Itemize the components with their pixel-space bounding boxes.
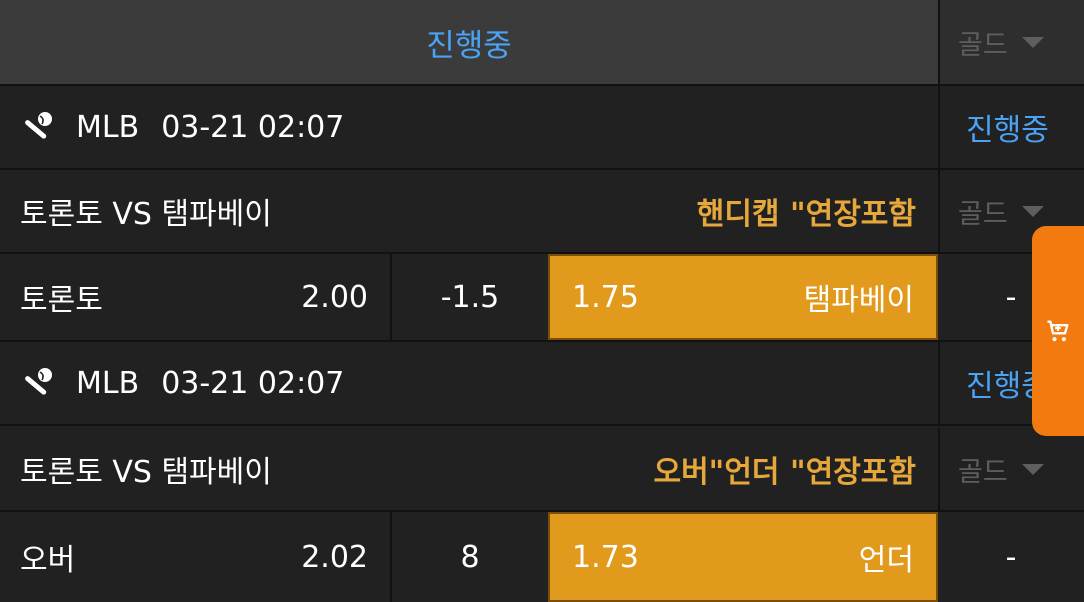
match-teams: 토론토 VS 탬파베이 (20, 455, 272, 490)
baseball-bat-icon (25, 112, 52, 139)
bet-type: 오버"언더 "연장포함 (653, 455, 916, 490)
status-tab[interactable]: 진행중 (0, 0, 938, 84)
cart-tab-button[interactable] (1032, 226, 1084, 436)
over-odds-button[interactable]: 오버 2.02 (0, 512, 390, 602)
game-datetime: 03-21 02:07 (161, 109, 345, 145)
league-row: MLB 03-21 02:07 진행중 (0, 86, 1084, 170)
header-bar: 진행중 골드 (0, 0, 1084, 86)
under-odds-button-selected[interactable]: 1.73 언더 (548, 512, 938, 602)
away-label: 탬파베이 (803, 283, 914, 318)
gold-label: 골드 (958, 456, 1008, 488)
gold-label: 골드 (958, 198, 1008, 230)
baseball-bat-icon (25, 368, 52, 395)
gold-filter-dropdown[interactable]: 골드 (938, 0, 1084, 84)
league-row: MLB 03-21 02:07 진행중 (0, 342, 1084, 426)
draw-odds: - (1005, 539, 1017, 575)
away-odds: 1.75 (572, 279, 639, 315)
away-label: 언더 (858, 543, 914, 578)
handicap-line: -1.5 (390, 254, 548, 340)
home-odds: 2.02 (301, 539, 368, 575)
match-teams: 토론토 VS 탬파베이 (20, 197, 272, 232)
league-info: MLB 03-21 02:07 (0, 342, 938, 424)
league-name: MLB (76, 109, 140, 145)
gold-dropdown[interactable]: 골드 (938, 428, 1084, 510)
home-odds-button[interactable]: 토론토 2.00 (0, 254, 390, 340)
game-datetime: 03-21 02:07 (161, 365, 345, 401)
away-odds-button-selected[interactable]: 1.75 탬파베이 (548, 254, 938, 340)
away-odds: 1.73 (572, 539, 639, 575)
league-info: MLB 03-21 02:07 (0, 86, 938, 168)
caret-down-icon (1021, 463, 1044, 475)
odds-row: 오버 2.02 8 1.73 언더 - (0, 512, 1084, 602)
cart-icon (1047, 320, 1069, 342)
odds-row: 토론토 2.00 -1.5 1.75 탬파베이 - (0, 254, 1084, 342)
match-row: 토론토 VS 탬파베이 핸디캡 "연장포함 골드 (0, 170, 1084, 254)
total-line: 8 (390, 512, 548, 602)
caret-down-icon (1021, 205, 1044, 217)
home-label: 토론토 (20, 283, 103, 318)
league-name: MLB (76, 365, 140, 401)
game-status: 진행중 (938, 86, 1084, 168)
caret-down-icon (1021, 36, 1044, 48)
home-label: 오버 (20, 543, 76, 578)
bet-type: 핸디캡 "연장포함 (696, 197, 916, 232)
gold-filter-label: 골드 (958, 29, 1008, 61)
match-row: 토론토 VS 탬파베이 오버"언더 "연장포함 골드 (0, 428, 1084, 512)
home-odds: 2.00 (301, 279, 368, 315)
